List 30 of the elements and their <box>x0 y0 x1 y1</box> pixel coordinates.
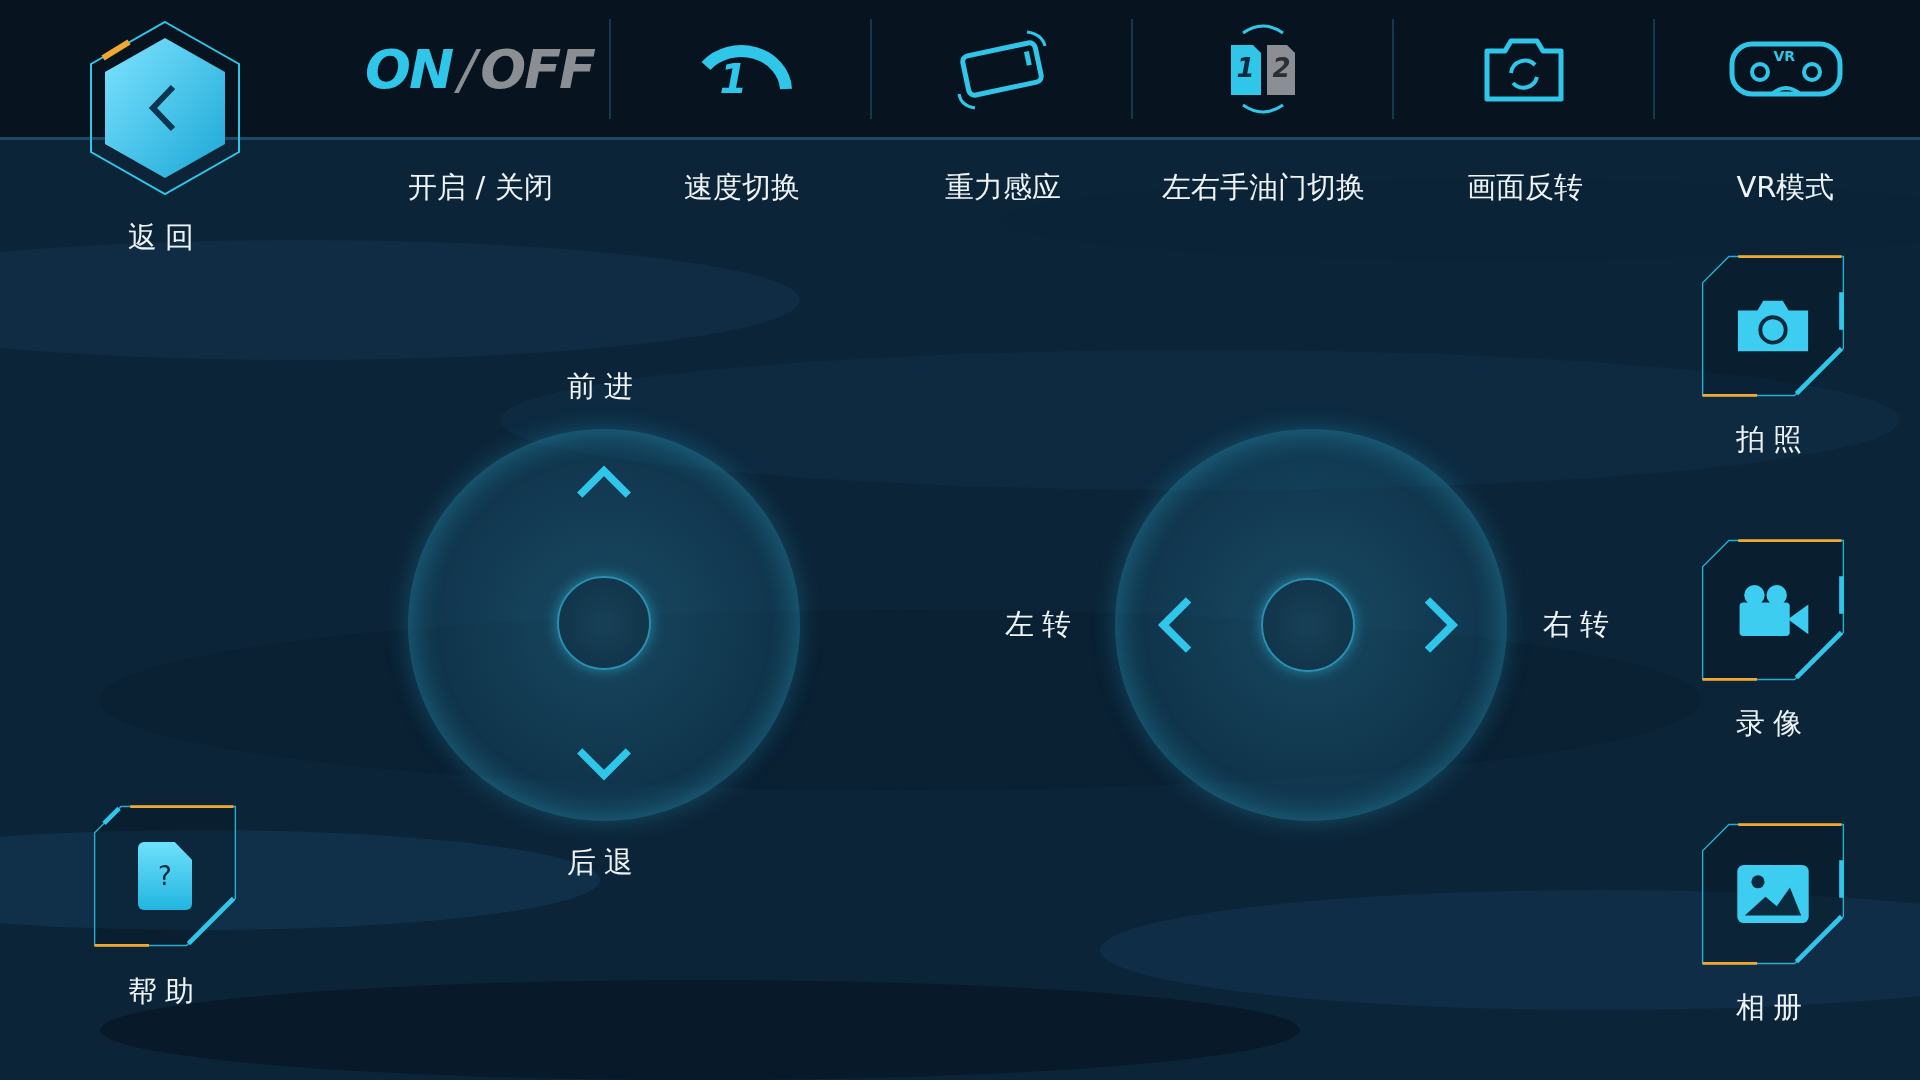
toolbar-label: 左右手油门切换 <box>1162 169 1365 206</box>
toolbar-label: 开启 / 关闭 <box>408 169 553 206</box>
corner-accent <box>186 896 236 946</box>
corner-accent <box>1794 630 1844 680</box>
toolbar-label: VR模式 <box>1736 169 1835 206</box>
toolbar-label: 画面反转 <box>1466 169 1583 206</box>
image-icon <box>1734 863 1812 925</box>
chevron-left-icon[interactable] <box>1157 596 1193 654</box>
chevron-left-icon <box>147 83 177 133</box>
turn-right-label: 右转 <box>1543 606 1617 643</box>
turn-left-label: 左转 <box>1005 606 1079 643</box>
toolbar-label: 重力感应 <box>944 169 1061 206</box>
back-label: 返回 <box>128 219 202 256</box>
speed-gauge-button[interactable]: 1 <box>685 34 796 104</box>
corner-accent <box>102 806 121 826</box>
chevron-up-icon[interactable] <box>576 465 632 499</box>
album-label: 相册 <box>1736 989 1810 1026</box>
backward-label: 后退 <box>567 844 641 881</box>
video-label: 录像 <box>1736 705 1810 742</box>
photo-label: 拍照 <box>1736 421 1810 458</box>
corner-accent <box>1794 346 1844 396</box>
forward-label: 前进 <box>567 368 641 405</box>
power-toggle[interactable]: ON/OFF <box>365 37 594 101</box>
chevron-down-icon[interactable] <box>576 747 632 781</box>
toolbar-label: 速度切换 <box>683 169 800 206</box>
chevron-right-icon[interactable] <box>1423 596 1459 654</box>
corner-accent <box>1794 914 1844 964</box>
throttle-swap-button[interactable]: 1 2 <box>1212 19 1313 119</box>
help-document-icon: ? <box>138 842 192 910</box>
help-label: 帮助 <box>128 973 202 1010</box>
